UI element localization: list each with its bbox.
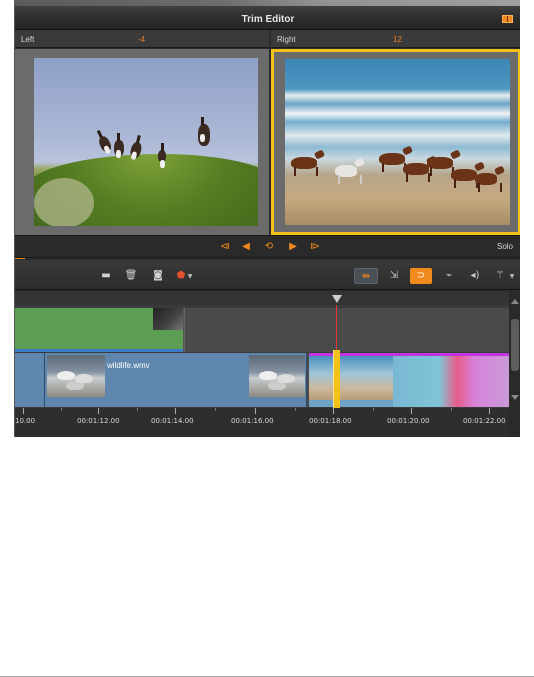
left-panel-header: Left -4 bbox=[15, 30, 269, 48]
wildlife-clip[interactable]: wildlife.wmv bbox=[45, 353, 307, 407]
tick bbox=[175, 408, 176, 414]
wand-dropdown-icon[interactable]: ▼ bbox=[507, 268, 517, 284]
tick bbox=[23, 408, 24, 414]
right-trim-value[interactable]: 12 bbox=[393, 35, 402, 44]
tick bbox=[215, 408, 216, 411]
clip-thumbnail bbox=[153, 308, 183, 330]
top-tab-strip bbox=[15, 0, 520, 6]
timeline[interactable]: wildlife.wmv 10.00 00:01:12.00 00:01:14.… bbox=[15, 291, 520, 437]
tick bbox=[333, 408, 334, 414]
bush bbox=[34, 178, 94, 226]
timecode-label: 00:01:12.00 bbox=[77, 417, 120, 425]
track-2: wildlife.wmv bbox=[15, 353, 509, 407]
go-to-end-icon[interactable]: ⧐ bbox=[308, 241, 322, 253]
tick bbox=[295, 408, 296, 411]
timecode-label: 00:01:14.00 bbox=[151, 417, 194, 425]
overlay-clip[interactable] bbox=[15, 308, 183, 352]
scroll-down-icon[interactable] bbox=[511, 395, 519, 400]
razor-icon[interactable]: ⇲ bbox=[385, 268, 403, 284]
right-panel-header: Right 12 bbox=[271, 30, 520, 48]
tick bbox=[373, 408, 374, 411]
snapshot-icon[interactable]: ◙ bbox=[149, 268, 167, 284]
timecode-label: 00:01:22.00 bbox=[463, 417, 506, 425]
clip-thumbnail bbox=[309, 356, 393, 400]
trim-editor-window: Trim Editor Left -4 Right 12 ⧏ ◀ ⟲ ▶ ⧐ S… bbox=[14, 0, 520, 437]
vertical-scrollbar[interactable] bbox=[509, 291, 520, 437]
tick bbox=[411, 408, 412, 414]
speaker-icon[interactable]: ◂) bbox=[466, 268, 484, 284]
horse bbox=[451, 169, 478, 188]
marker-dropdown-icon[interactable]: ▼ bbox=[185, 268, 195, 284]
bird bbox=[97, 134, 113, 154]
solo-toggle[interactable]: Solo bbox=[497, 242, 513, 251]
left-preview-image bbox=[34, 58, 258, 226]
time-ruler[interactable]: 10.00 00:01:12.00 00:01:14.00 00:01:16.0… bbox=[15, 408, 509, 437]
storyboard-icon[interactable]: ▬ bbox=[97, 268, 115, 284]
left-preview-panel[interactable] bbox=[15, 49, 269, 235]
loop-play-icon[interactable]: ⟲ bbox=[260, 241, 278, 253]
tick bbox=[98, 408, 99, 414]
timecode-label: 00:01:20.00 bbox=[387, 417, 430, 425]
window-title: Trim Editor bbox=[241, 14, 295, 25]
horse bbox=[335, 165, 362, 184]
bird bbox=[158, 143, 166, 168]
horse bbox=[403, 163, 430, 182]
scroll-thumb[interactable] bbox=[511, 319, 519, 371]
timecode-label: 00:01:16.00 bbox=[231, 417, 274, 425]
timecode-label: 00:01:18.00 bbox=[309, 417, 352, 425]
transition-clip[interactable] bbox=[393, 353, 509, 407]
scroll-up-icon[interactable] bbox=[511, 299, 519, 304]
trim-mode-icon[interactable]: ⇹ bbox=[354, 268, 378, 284]
layout-toggle-icon[interactable] bbox=[502, 15, 513, 23]
tick bbox=[451, 408, 452, 411]
right-label: Right bbox=[277, 35, 296, 44]
timecode-label: 10.00 bbox=[15, 417, 36, 425]
track-1 bbox=[15, 308, 509, 352]
title-bar: Trim Editor bbox=[15, 0, 520, 30]
tick bbox=[489, 408, 490, 414]
playback-controls: ⧏ ◀ ⟲ ▶ ⧐ Solo bbox=[15, 235, 520, 258]
selected-clip[interactable] bbox=[309, 353, 393, 407]
accent-line bbox=[15, 258, 25, 259]
bird bbox=[198, 117, 210, 146]
horse bbox=[379, 153, 406, 172]
tick bbox=[61, 408, 62, 411]
clip-name: wildlife.wmv bbox=[107, 361, 150, 370]
trim-handle[interactable] bbox=[333, 350, 340, 410]
tick bbox=[137, 408, 138, 411]
timeline-header bbox=[15, 291, 509, 305]
right-preview-image bbox=[285, 59, 510, 225]
clip-thumbnail bbox=[47, 355, 105, 397]
step-back-icon[interactable]: ◀ bbox=[240, 241, 252, 253]
clip[interactable] bbox=[15, 353, 45, 407]
horse bbox=[475, 173, 502, 192]
bird bbox=[114, 133, 124, 158]
left-label: Left bbox=[21, 35, 35, 44]
go-to-start-icon[interactable]: ⧏ bbox=[218, 241, 232, 253]
track-1-empty-area bbox=[184, 308, 509, 352]
tick bbox=[255, 408, 256, 414]
magnet-icon[interactable]: ⊃ bbox=[410, 268, 432, 284]
horse bbox=[291, 157, 318, 176]
trash-icon[interactable]: 🗑 bbox=[122, 268, 140, 284]
audio-scrub-icon[interactable]: ⌁ bbox=[440, 268, 458, 284]
timeline-toolbar: ▬ 🗑 ◙ ⬟ ▼ ⇹ ⇲ ⊃ ⌁ ◂) ⚚ ▼ bbox=[15, 260, 520, 290]
left-trim-value[interactable]: -4 bbox=[138, 35, 145, 44]
horse bbox=[427, 157, 454, 176]
right-preview-panel[interactable] bbox=[271, 49, 520, 235]
step-forward-icon[interactable]: ▶ bbox=[287, 241, 299, 253]
playhead-marker-icon[interactable] bbox=[332, 295, 342, 303]
clip-thumbnail bbox=[249, 355, 305, 397]
